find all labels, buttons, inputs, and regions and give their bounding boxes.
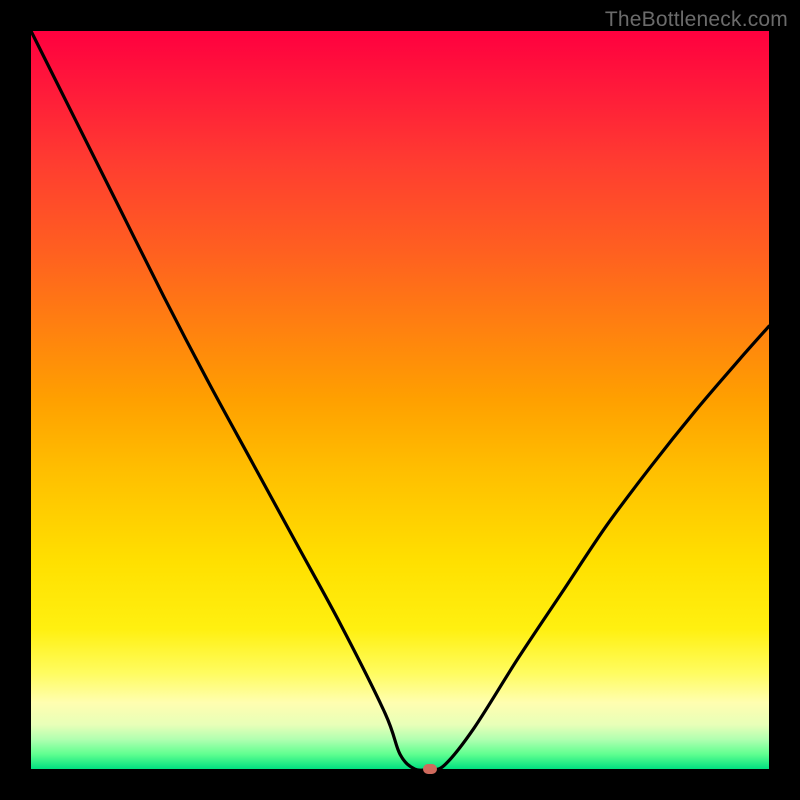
plot-background	[31, 31, 769, 769]
watermark-text: TheBottleneck.com	[605, 8, 788, 32]
optimal-point-marker	[423, 764, 437, 774]
chart-container: TheBottleneck.com	[0, 0, 800, 800]
